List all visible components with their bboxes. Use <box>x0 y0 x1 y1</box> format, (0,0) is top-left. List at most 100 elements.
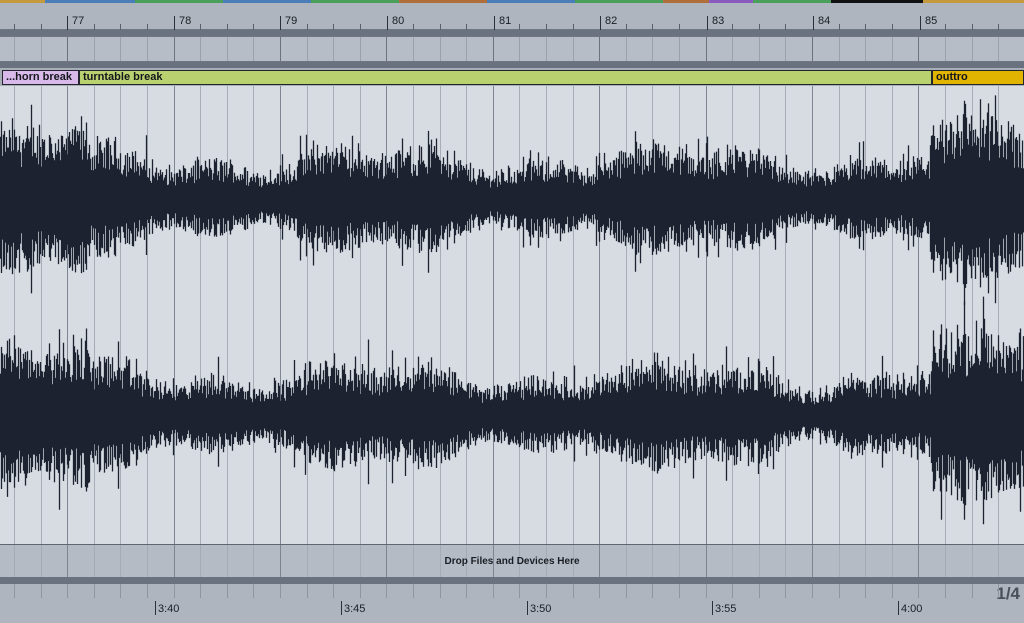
time-tick <box>341 601 342 615</box>
drop-zone[interactable]: Drop Files and Devices Here <box>0 544 1024 577</box>
time-ruler-gridline <box>652 584 653 598</box>
overview-gridline <box>174 37 175 61</box>
time-ruler-gridline <box>573 584 574 598</box>
time-tick <box>712 601 713 615</box>
drop-files-label: Drop Files and Devices Here <box>444 556 580 567</box>
overview-gridline <box>14 37 15 61</box>
overview-gridline <box>120 37 121 61</box>
overview-gridline <box>626 37 627 61</box>
overview-gridline <box>972 37 973 61</box>
time-ruler-gridline <box>413 584 414 598</box>
time-ruler-gridline <box>945 584 946 598</box>
overview-gridline <box>892 37 893 61</box>
bar-tick <box>280 16 281 30</box>
time-ruler-gridline <box>972 584 973 598</box>
time-label: 3:55 <box>715 603 737 615</box>
beat-time-ruler[interactable]: 77 78 79 80 81 82 83 84 85 <box>0 3 1024 30</box>
overview-gridline <box>519 37 520 61</box>
locators-lane[interactable]: ...horn break turntable break outtro <box>0 68 1024 86</box>
bar-number-label: 82 <box>605 15 618 27</box>
overview-gridline <box>918 37 919 61</box>
bar-number-label: 78 <box>179 15 192 27</box>
bar-tick <box>600 16 601 30</box>
overview-gridline <box>785 37 786 61</box>
time-ruler-gridline <box>94 584 95 598</box>
time-label: 4:00 <box>901 603 923 615</box>
time-ruler-gridline <box>466 584 467 598</box>
overview-gridline <box>253 37 254 61</box>
overview-gridline <box>67 37 68 61</box>
overview-gridline <box>812 37 813 61</box>
bar-number-label: 83 <box>712 15 725 27</box>
time-ruler-gridline <box>440 584 441 598</box>
time-ruler-gridline <box>14 584 15 598</box>
time-ruler-gridline <box>732 584 733 598</box>
bar-number-label: 84 <box>818 15 831 27</box>
bar-number-label: 80 <box>392 15 405 27</box>
time-ruler-gridline <box>227 584 228 598</box>
bar-tick <box>67 16 68 30</box>
overview-gridline <box>307 37 308 61</box>
overview-gridline <box>94 37 95 61</box>
overview-gridline <box>413 37 414 61</box>
time-ruler-gridline <box>493 584 494 598</box>
bar-tick <box>387 16 388 30</box>
time-ruler-gridline <box>998 584 999 598</box>
bar-number-label: 77 <box>72 15 85 27</box>
time-ruler-gridline <box>174 584 175 598</box>
overview-gridline <box>945 37 946 61</box>
bar-number-label: 81 <box>499 15 512 27</box>
overview-gridline <box>41 37 42 61</box>
bar-tick <box>174 16 175 30</box>
time-ruler-gridline <box>200 584 201 598</box>
time-tick <box>155 601 156 615</box>
time-ruler-gridline <box>253 584 254 598</box>
overview-gridline <box>386 37 387 61</box>
time-ruler-gridline <box>599 584 600 598</box>
time-ruler-gridline <box>706 584 707 598</box>
bar-number-label: 85 <box>925 15 938 27</box>
time-ruler-gridline <box>333 584 334 598</box>
time-ruler-gridline <box>892 584 893 598</box>
overview-gridline <box>652 37 653 61</box>
overview-gridline <box>706 37 707 61</box>
time-ruler[interactable]: 1/4 3:40 3:45 3:50 3:55 4:00 <box>0 584 1024 623</box>
overview-gridline <box>599 37 600 61</box>
time-ruler-gridline <box>307 584 308 598</box>
time-ruler-gridline <box>759 584 760 598</box>
time-ruler-gridline <box>626 584 627 598</box>
time-ruler-gridline <box>360 584 361 598</box>
time-ruler-gridline <box>785 584 786 598</box>
time-ruler-gridline <box>839 584 840 598</box>
time-ruler-gridline <box>812 584 813 598</box>
time-ruler-gridline <box>679 584 680 598</box>
time-ruler-gridline <box>865 584 866 598</box>
time-tick <box>527 601 528 615</box>
overview-gridline <box>998 37 999 61</box>
time-ruler-gridline <box>147 584 148 598</box>
arrangement-audio-track[interactable] <box>0 86 1024 544</box>
locator-horn-break[interactable]: ...horn break <box>2 70 79 85</box>
time-ruler-gridline <box>67 584 68 598</box>
time-ruler-gridline <box>546 584 547 598</box>
time-ruler-gridline <box>120 584 121 598</box>
time-label: 3:45 <box>344 603 366 615</box>
time-label: 3:50 <box>530 603 552 615</box>
overview-gridline <box>546 37 547 61</box>
time-tick <box>898 601 899 615</box>
time-label: 3:40 <box>158 603 180 615</box>
overview-lane[interactable] <box>0 36 1024 62</box>
overview-gridline <box>280 37 281 61</box>
bar-tick <box>813 16 814 30</box>
locator-turntable-break[interactable]: turntable break <box>79 70 932 85</box>
time-ruler-gridline <box>41 584 42 598</box>
scroll-divider <box>0 577 1024 584</box>
bar-tick <box>707 16 708 30</box>
locator-outtro[interactable]: outtro <box>932 70 1024 85</box>
audio-waveform[interactable] <box>0 86 1024 544</box>
time-ruler-gridline <box>918 584 919 598</box>
overview-gridline <box>360 37 361 61</box>
overview-gridline <box>227 37 228 61</box>
overview-gridline <box>493 37 494 61</box>
grid-quantization-label[interactable]: 1/4 <box>996 584 1020 604</box>
